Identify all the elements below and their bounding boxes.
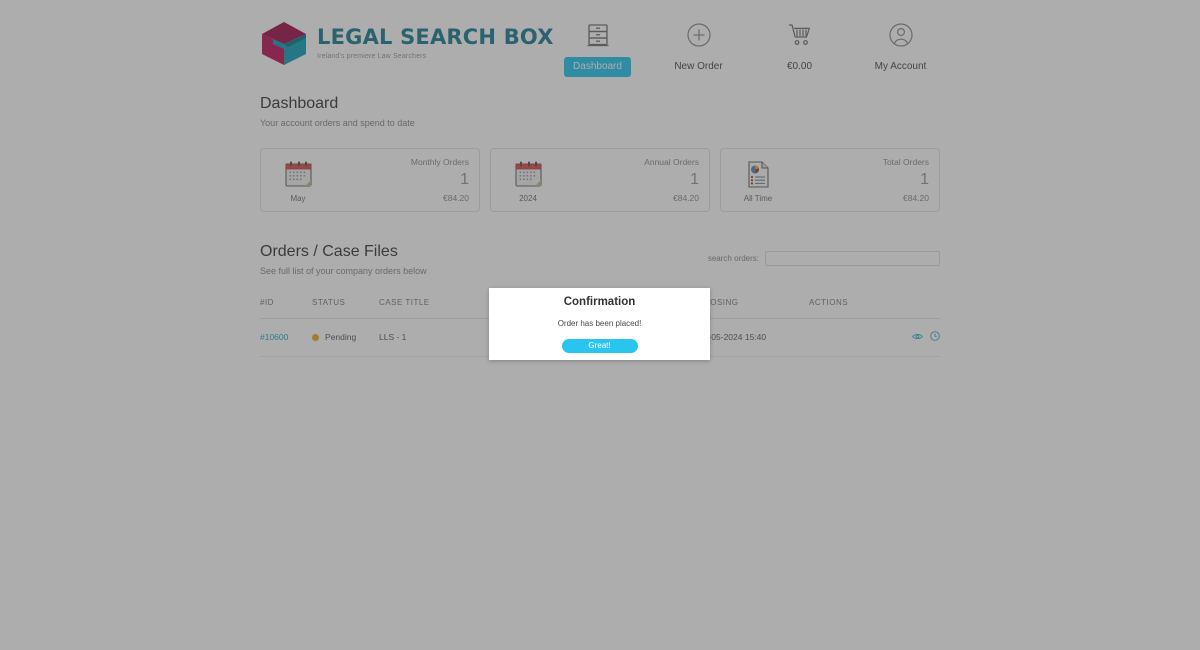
modal-title: Confirmation	[563, 296, 636, 308]
modal-message: Order has been placed!	[557, 318, 642, 328]
modal-confirm-button[interactable]: Great!	[561, 338, 638, 353]
confirmation-modal: Confirmation Order has been placed! Grea…	[489, 288, 710, 360]
